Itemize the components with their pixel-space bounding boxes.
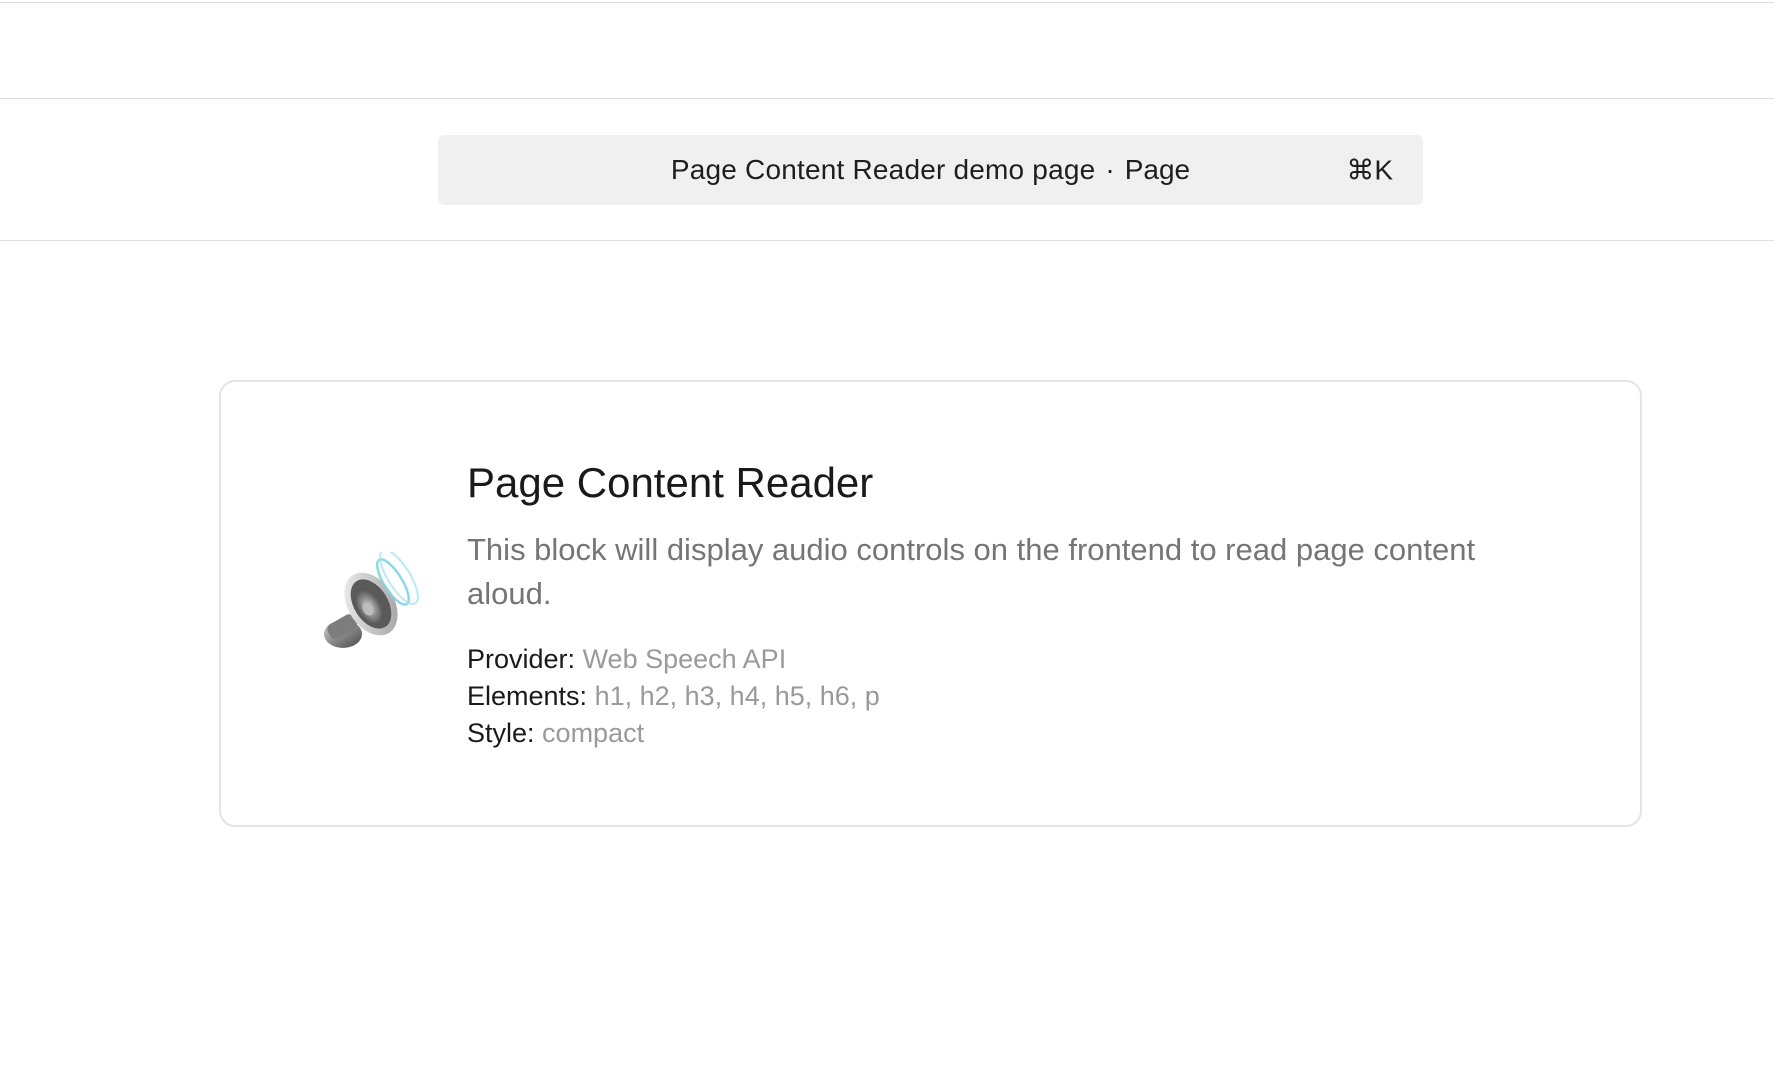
elements-setting: Elements: h1, h2, h3, h4, h5, h6, p: [467, 678, 1527, 715]
document-title: Page Content Reader demo page: [670, 154, 1096, 185]
keyboard-shortcut: ⌘K: [1346, 154, 1393, 186]
document-type: Page: [1124, 154, 1191, 185]
style-setting: Style: compact: [467, 715, 1527, 752]
provider-setting: Provider: Web Speech API: [467, 641, 1527, 678]
block-title: Page Content Reader: [467, 459, 874, 506]
block-description: This block will display audio controls o…: [467, 532, 1476, 611]
elements-value: h1, h2, h3, h4, h5, h6, p: [594, 681, 880, 712]
style-label: Style:: [467, 718, 535, 749]
block-content: Page Content Reader This block will disp…: [467, 458, 1527, 752]
title-separator: ·: [1105, 154, 1115, 185]
style-value: compact: [542, 718, 645, 749]
top-divider: [0, 0, 1774, 3]
page-content-reader-block[interactable]: Page Content Reader This block will disp…: [219, 380, 1642, 827]
elements-label: Elements:: [467, 681, 588, 712]
speaker-icon: [313, 549, 423, 662]
provider-value: Web Speech API: [582, 644, 787, 675]
provider-label: Provider:: [467, 644, 576, 675]
editor-toolbar: Page Content Reader demo page · Page ⌘K: [0, 98, 1774, 241]
editor-page: Page Content Reader demo page · Page ⌘K: [0, 0, 1774, 1074]
command-palette-button[interactable]: Page Content Reader demo page · Page ⌘K: [438, 135, 1423, 205]
